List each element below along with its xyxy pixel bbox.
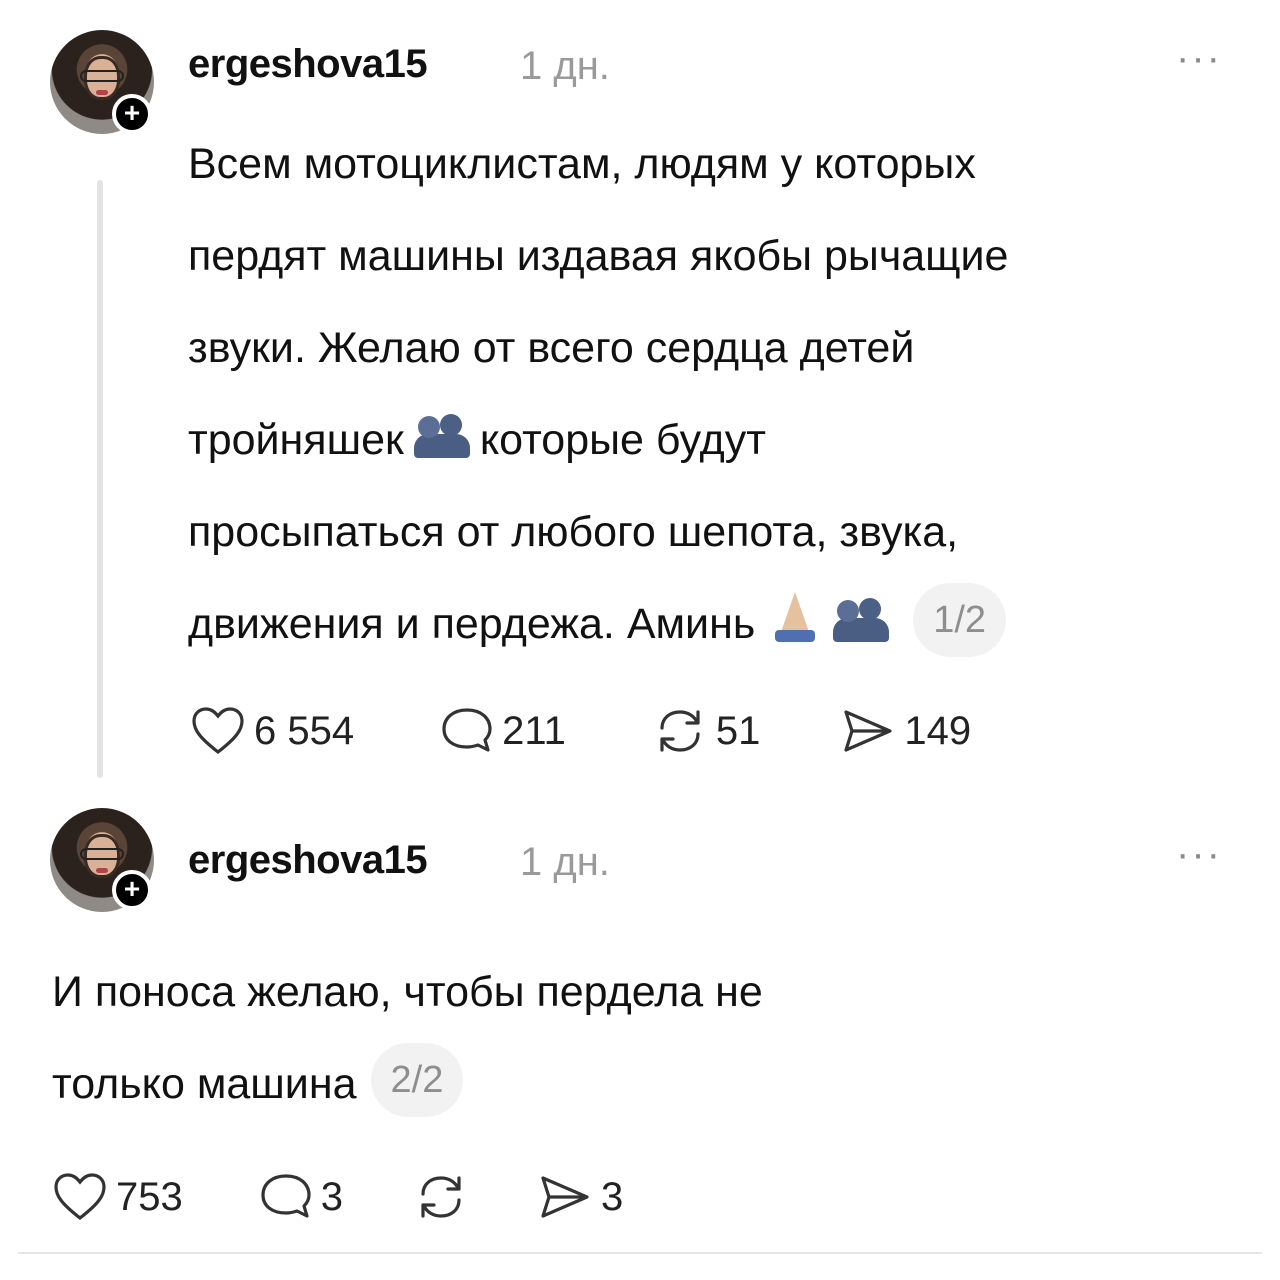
- username[interactable]: ergeshova15: [188, 42, 428, 87]
- repost-icon: [660, 710, 700, 752]
- post-text-line: И поноса желаю, чтобы пердела не: [52, 968, 763, 1016]
- username[interactable]: ergeshova15: [188, 838, 428, 883]
- avatar-lips: [96, 90, 108, 95]
- post-1: + ergeshova15 1 дн. ··· Всем мотоциклист…: [0, 0, 1280, 790]
- post-actions: 6 554 211 51 149: [190, 706, 971, 756]
- like-count: 753: [116, 1174, 183, 1219]
- follow-plus-icon[interactable]: +: [112, 870, 152, 910]
- comment-button[interactable]: 3: [259, 1172, 343, 1222]
- post-text-fragment: тройняшек: [188, 416, 404, 464]
- post-text-fragment: только машина: [52, 1060, 357, 1108]
- post-time: 1 дн.: [520, 44, 610, 88]
- post-text-line: Всем мотоциклистам, людям у которых: [188, 140, 976, 188]
- post-text-line: пердят машины издавая якобы рычащие: [188, 232, 1009, 280]
- comment-count: 3: [320, 1174, 343, 1219]
- comment-icon: [442, 708, 492, 752]
- people-hugging-icon: [833, 598, 890, 644]
- share-count: 3: [601, 1174, 624, 1219]
- repost-button[interactable]: [413, 1172, 477, 1222]
- comment-count: 211: [502, 708, 566, 753]
- post-text-line: звуки. Желаю от всего сердца детей: [188, 324, 915, 372]
- send-icon: [844, 710, 892, 752]
- send-icon: [541, 1176, 589, 1218]
- post-actions: 753 3 3: [52, 1172, 623, 1222]
- post-2: + ergeshova15 1 дн. ··· И поноса желаю, …: [0, 800, 1280, 1260]
- comment-button[interactable]: 211: [440, 706, 566, 756]
- comment-icon: [261, 1174, 311, 1218]
- repost-count: 51: [715, 708, 761, 753]
- avatar-glasses: [80, 848, 124, 860]
- heart-icon: [54, 1173, 106, 1221]
- post-text-fragment: движения и пердежа. Аминь: [188, 600, 756, 648]
- like-button[interactable]: 6 554: [190, 706, 354, 756]
- more-options-icon[interactable]: ···: [1176, 832, 1222, 877]
- post-text-line: тройняшек которые будут: [188, 394, 1008, 486]
- post-text-fragment: которые будут: [479, 416, 766, 464]
- follow-plus-icon[interactable]: +: [112, 94, 152, 134]
- thread-line: [97, 180, 103, 778]
- bottom-divider: [18, 1252, 1262, 1254]
- repost-icon: [421, 1176, 461, 1218]
- post-text: И поноса желаю, чтобы пердела не только …: [52, 946, 763, 1130]
- like-button[interactable]: 753: [52, 1172, 183, 1222]
- folded-hands-icon: [767, 592, 823, 644]
- post-text-line: просыпаться от любого шепота, звука,: [188, 508, 959, 556]
- avatar-glasses: [80, 70, 124, 82]
- post-text: Всем мотоциклистам, людям у которых перд…: [188, 118, 1008, 670]
- page-indicator: 2/2: [370, 1043, 464, 1117]
- post-text-line: только машина 2/2: [52, 1038, 763, 1130]
- heart-icon: [192, 707, 244, 755]
- people-hugging-icon: [413, 414, 470, 460]
- page-indicator: 1/2: [913, 583, 1007, 657]
- repost-button[interactable]: 51: [652, 706, 761, 756]
- post-time: 1 дн.: [520, 840, 610, 884]
- like-count: 6 554: [254, 708, 355, 753]
- share-count: 149: [904, 708, 972, 753]
- share-button[interactable]: 3: [537, 1172, 623, 1222]
- more-options-icon[interactable]: ···: [1176, 36, 1222, 81]
- post-text-line: движения и пердежа. Аминь 1/2: [188, 578, 1008, 670]
- avatar-lips: [96, 868, 108, 873]
- share-button[interactable]: 149: [840, 706, 971, 756]
